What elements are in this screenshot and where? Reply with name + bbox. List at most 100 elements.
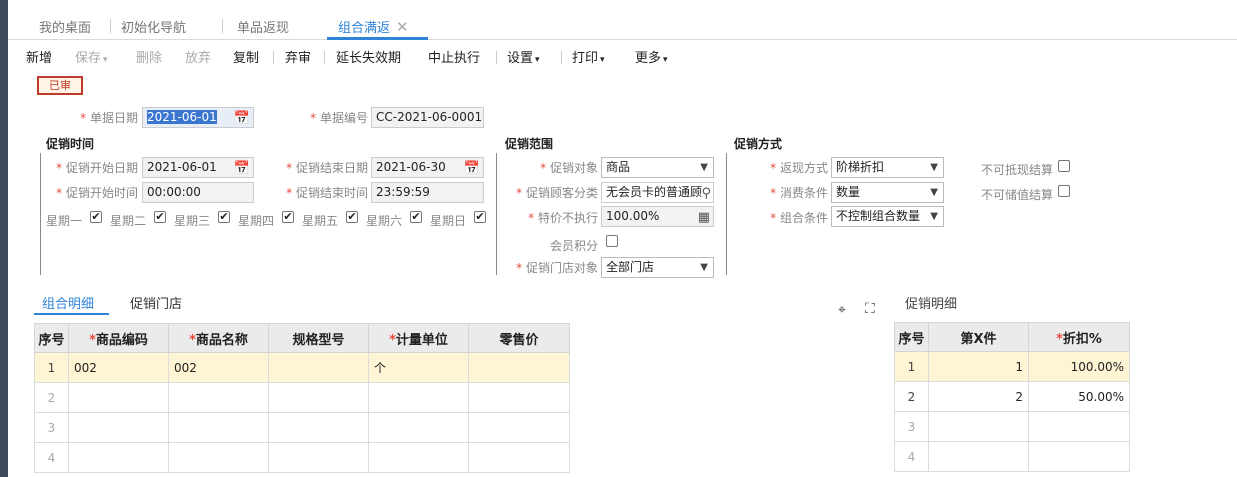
unaudit-button[interactable]: 弃审 <box>285 47 311 66</box>
table-row[interactable]: 2 <box>34 382 570 413</box>
cell-discount[interactable]: 100.00% <box>1028 351 1130 382</box>
tab-single-cashback[interactable]: 单品返现 <box>237 17 289 36</box>
cell-name[interactable] <box>168 442 269 473</box>
cell-nth-item[interactable]: 2 <box>928 381 1029 412</box>
calendar-icon[interactable]: 📅 <box>234 159 250 177</box>
cell-unit[interactable] <box>368 382 469 413</box>
tab-desktop[interactable]: 我的桌面 <box>39 17 91 36</box>
start-date-label: * 促销开始日期 <box>56 161 138 175</box>
rebate-mode-select[interactable]: 阶梯折扣 ▼ <box>831 157 944 178</box>
cell-code[interactable]: 002 <box>68 352 169 383</box>
cell-price[interactable] <box>468 352 570 383</box>
weekday-checkbox-sun[interactable]: ✔ <box>474 211 486 223</box>
copy-button[interactable]: 复制 <box>233 47 259 66</box>
cell-discount[interactable] <box>1028 411 1130 442</box>
save-button[interactable]: 保存 ▾ <box>75 47 108 66</box>
member-points-checkbox[interactable] <box>606 235 618 247</box>
start-date-input[interactable]: 2021-06-01 📅 <box>142 157 254 178</box>
end-date-input[interactable]: 2021-06-30 📅 <box>371 157 484 178</box>
stop-execution-button[interactable]: 中止执行 <box>428 47 480 66</box>
weekday-checkbox-sat[interactable]: ✔ <box>410 211 422 223</box>
print-button[interactable]: 打印 ▾ <box>572 47 605 66</box>
cell-unit[interactable] <box>368 442 469 473</box>
extend-expiry-button[interactable]: 延长失效期 <box>336 47 401 66</box>
new-button[interactable]: 新增 <box>26 47 52 66</box>
doc-code-input[interactable]: CC-2021-06-0001 <box>371 107 484 128</box>
calendar-icon[interactable]: 📅 <box>464 159 480 177</box>
cell-code[interactable] <box>68 412 169 443</box>
col-header-nth-item[interactable]: 第X件 <box>928 322 1029 352</box>
cell-price[interactable] <box>468 382 570 413</box>
weekday-checkbox-fri[interactable]: ✔ <box>346 211 358 223</box>
cell-discount[interactable] <box>1028 441 1130 472</box>
more-button[interactable]: 更多 ▾ <box>635 47 668 66</box>
cell-spec[interactable] <box>268 382 369 413</box>
weekday-checkbox-tue[interactable]: ✔ <box>154 211 166 223</box>
table-row[interactable]: 3 <box>894 411 1130 442</box>
cell-spec[interactable] <box>268 352 369 383</box>
cell-name[interactable] <box>168 412 269 443</box>
fullscreen-icon[interactable]: ⛶ <box>865 301 875 317</box>
cell-nth-item[interactable]: 1 <box>928 351 1029 382</box>
weekday-label-sun: 星期日 <box>430 214 467 228</box>
cell-spec[interactable] <box>268 442 369 473</box>
combo-condition-select[interactable]: 不控制组合数量 ▼ <box>831 206 944 227</box>
store-target-select[interactable]: 全部门店 ▼ <box>601 257 714 278</box>
table-row[interactable]: 1 1 100.00% <box>894 351 1130 382</box>
cell-code[interactable] <box>68 442 169 473</box>
table-row[interactable]: 2 2 50.00% <box>894 381 1130 412</box>
customer-class-input[interactable]: 无会员卡的普通顾 ⚲ <box>601 182 714 203</box>
table-row[interactable]: 4 <box>894 441 1130 472</box>
delete-button[interactable]: 删除 <box>136 47 162 66</box>
col-header-code[interactable]: *商品编码 <box>68 323 169 353</box>
close-icon[interactable]: ✕ <box>396 18 409 36</box>
cell-name[interactable] <box>168 382 269 413</box>
col-header-price[interactable]: 零售价 <box>468 323 570 353</box>
toolbar-divider <box>273 51 274 64</box>
settings-button[interactable]: 设置 ▾ <box>507 47 540 66</box>
cell-discount[interactable]: 50.00% <box>1028 381 1130 412</box>
weekday-checkbox-mon[interactable]: ✔ <box>90 211 102 223</box>
search-icon[interactable]: ⚲ <box>701 184 711 202</box>
weekday-label-fri: 星期五 <box>302 214 339 228</box>
tab-combo-rebate[interactable]: 组合满返 ✕ <box>338 17 409 36</box>
col-header-name[interactable]: *商品名称 <box>168 323 269 353</box>
special-price-input[interactable]: 100.00% ▦ <box>601 206 714 227</box>
no-stored-checkbox[interactable] <box>1058 185 1070 197</box>
col-header-unit[interactable]: *计量单位 <box>368 323 469 353</box>
cell-spec[interactable] <box>268 412 369 443</box>
no-offset-checkbox[interactable] <box>1058 160 1070 172</box>
target-select[interactable]: 商品 ▼ <box>601 157 714 178</box>
discard-button[interactable]: 放弃 <box>185 47 211 66</box>
tab-promo-stores[interactable]: 促销门店 <box>130 293 182 312</box>
promo-method-title: 促销方式 <box>734 137 783 151</box>
toolbar: 新增 保存 ▾ 删除 放弃 复制 弃审 延长失效期 中止执行 设置 ▾ 打印 ▾ 更多… <box>8 41 1237 71</box>
calendar-icon[interactable]: 📅 <box>234 109 250 127</box>
cell-unit[interactable] <box>368 412 469 443</box>
cell-price[interactable] <box>468 442 570 473</box>
cell-name[interactable]: 002 <box>168 352 269 383</box>
table-row[interactable]: 4 <box>34 442 570 473</box>
chevron-down-icon: ▼ <box>930 187 938 198</box>
weekday-label-mon: 星期一 <box>46 214 83 228</box>
consume-condition-select[interactable]: 数量 ▼ <box>831 182 944 203</box>
tab-init-nav[interactable]: 初始化导航 <box>121 17 186 36</box>
doc-date-input[interactable]: 2021-06-01 📅 <box>142 107 254 128</box>
cell-code[interactable] <box>68 382 169 413</box>
cell-nth-item[interactable] <box>928 411 1029 442</box>
location-pin-icon[interactable]: ⌖ <box>838 302 846 318</box>
start-time-input[interactable]: 00:00:00 <box>142 182 254 203</box>
weekday-checkbox-thu[interactable]: ✔ <box>282 211 294 223</box>
tab-combo-detail[interactable]: 组合明细 <box>42 293 94 312</box>
table-row[interactable]: 1 002 002 个 <box>34 352 570 383</box>
weekday-label-wed: 星期三 <box>174 214 211 228</box>
cell-price[interactable] <box>468 412 570 443</box>
calculator-icon[interactable]: ▦ <box>698 208 710 226</box>
table-row[interactable]: 3 <box>34 412 570 443</box>
cell-unit[interactable]: 个 <box>368 352 469 383</box>
weekday-checkbox-wed[interactable]: ✔ <box>218 211 230 223</box>
cell-nth-item[interactable] <box>928 441 1029 472</box>
col-header-spec[interactable]: 规格型号 <box>268 323 369 353</box>
end-time-input[interactable]: 23:59:59 <box>371 182 484 203</box>
col-header-discount[interactable]: *折扣% <box>1028 322 1130 352</box>
